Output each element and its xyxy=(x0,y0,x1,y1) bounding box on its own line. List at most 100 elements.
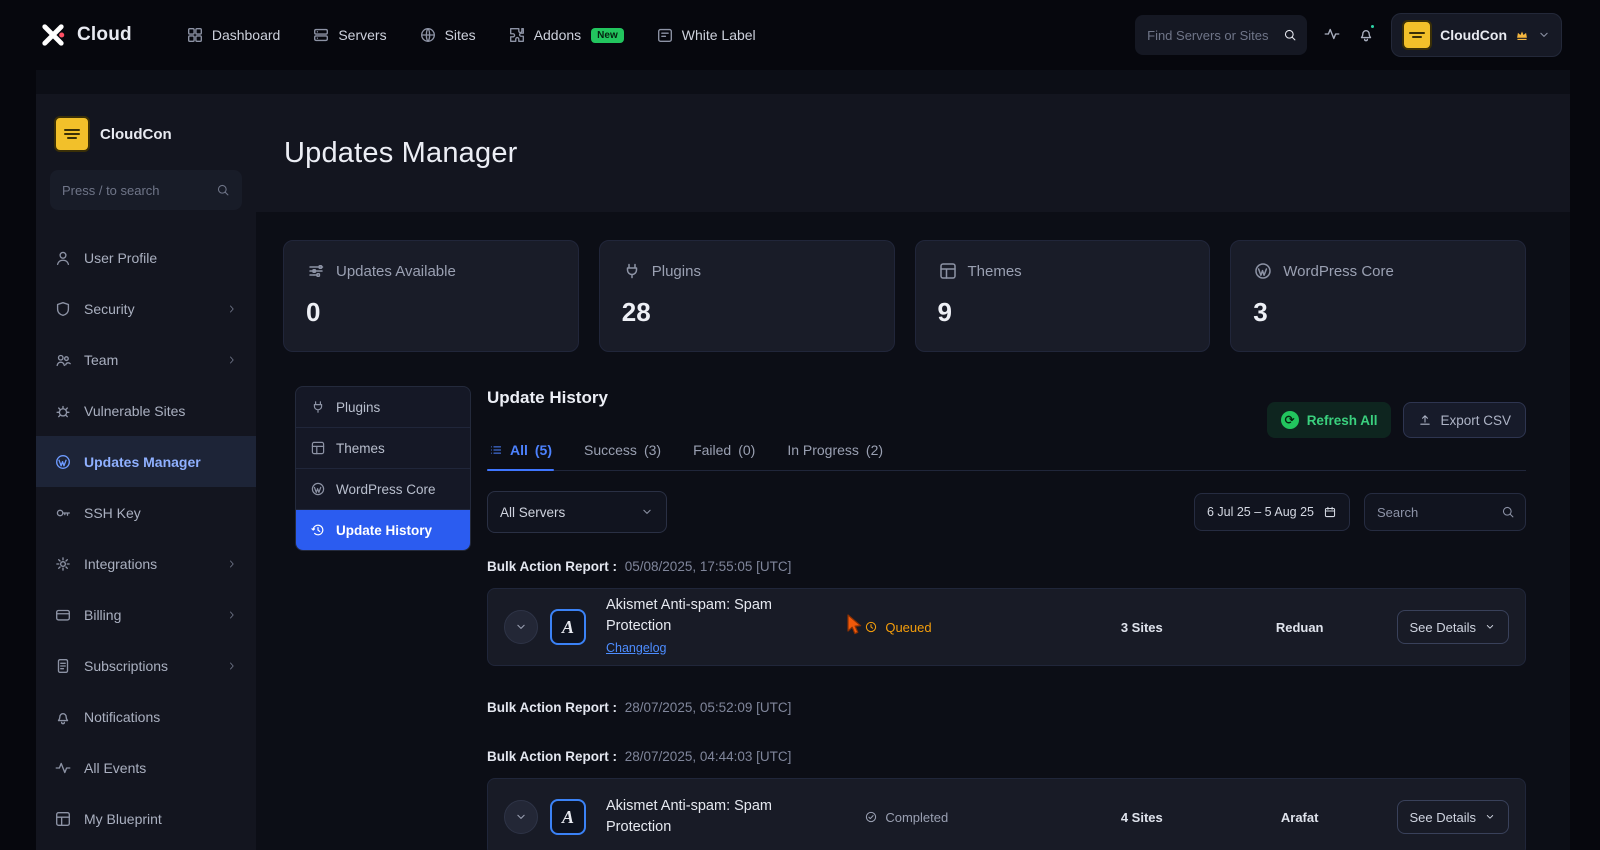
sidebar-item-subscriptions[interactable]: Subscriptions xyxy=(36,640,256,691)
sidebar-item-user-profile[interactable]: User Profile xyxy=(36,232,256,283)
refresh-all-button[interactable]: ⟳ Refresh All xyxy=(1266,402,1392,438)
tab-failed[interactable]: Failed (0) xyxy=(691,432,757,470)
report-timestamp: 28/07/2025, 05:52:09 [UTC] xyxy=(624,700,792,715)
search-icon xyxy=(1283,28,1297,42)
changelog-link[interactable]: Changelog xyxy=(606,639,666,657)
sidebar-item-security[interactable]: Security xyxy=(36,283,256,334)
white-label-icon xyxy=(656,26,674,44)
chevron-right-icon xyxy=(226,660,238,672)
org-avatar xyxy=(54,116,90,152)
chevron-right-icon xyxy=(226,354,238,366)
sites-count: 4 Sites xyxy=(1120,809,1163,825)
brand-name: Cloud xyxy=(77,24,132,45)
subnav-item-wordpress-core[interactable]: WordPress Core xyxy=(296,469,470,510)
gear-icon xyxy=(54,555,72,573)
check-circle-icon xyxy=(864,810,878,824)
triggered-by-user: Reduan xyxy=(1275,619,1324,635)
akismet-plugin-icon: A xyxy=(550,609,586,645)
chevron-right-icon xyxy=(226,558,238,570)
stat-card-themes: Themes 9 xyxy=(914,240,1211,352)
sidebar-item-team[interactable]: Team xyxy=(36,334,256,385)
akismet-plugin-icon: A xyxy=(550,799,586,835)
subnav-item-themes[interactable]: Themes xyxy=(296,428,470,469)
sidebar-search-input[interactable] xyxy=(62,182,208,198)
sidebar-item-vulnerable-sites[interactable]: Vulnerable Sites xyxy=(36,385,256,436)
themes-icon xyxy=(938,261,958,281)
crown-icon xyxy=(1517,31,1527,40)
themes-icon xyxy=(310,440,326,456)
sites-count: 3 Sites xyxy=(1120,619,1163,635)
history-search-input[interactable] xyxy=(1377,504,1493,520)
plugin-name: Akismet Anti-spam: Spam Protection xyxy=(606,596,772,634)
sidebar: CloudCon User Profile Security Team Vuln… xyxy=(36,94,256,850)
bulk-report-group: Bulk Action Report : 05/08/2025, 17:55:0… xyxy=(487,559,792,574)
stat-value: 9 xyxy=(937,297,952,327)
update-row: A Akismet Anti-spam: Spam Protection Com… xyxy=(487,778,1526,850)
sidebar-search[interactable] xyxy=(50,170,242,210)
billing-card-icon xyxy=(54,606,72,624)
see-details-button[interactable]: See Details xyxy=(1396,800,1509,834)
updates-subnav: Plugins Themes WordPress Core Update His… xyxy=(295,386,471,551)
sidebar-item-ssh-key[interactable]: SSH Key xyxy=(36,487,256,538)
date-range-picker[interactable]: 6 Jul 25 – 5 Aug 25 xyxy=(1193,493,1350,531)
subnav-item-update-history[interactable]: Update History xyxy=(296,510,470,550)
sidebar-item-integrations[interactable]: Integrations xyxy=(36,538,256,589)
notification-dot xyxy=(1369,22,1377,30)
servers-icon xyxy=(312,26,330,44)
notifications-button[interactable] xyxy=(1357,22,1377,46)
activity-button[interactable] xyxy=(1323,25,1341,46)
tab-success[interactable]: Success (3) xyxy=(582,432,663,470)
nav-item-sites[interactable]: Sites xyxy=(407,18,488,52)
nav-item-addons[interactable]: Addons New xyxy=(496,18,636,52)
org-switcher[interactable]: CloudCon xyxy=(36,94,256,170)
tab-in-progress[interactable]: In Progress (2) xyxy=(785,432,885,470)
sidebar-item-my-blueprint[interactable]: My Blueprint xyxy=(36,793,256,844)
global-search-input[interactable] xyxy=(1147,27,1276,43)
addons-icon xyxy=(508,26,526,44)
report-timestamp: 05/08/2025, 17:55:05 [UTC] xyxy=(624,559,792,574)
global-search[interactable] xyxy=(1135,15,1308,55)
chevron-down-icon xyxy=(514,620,528,634)
chevron-down-icon xyxy=(1484,621,1496,633)
subnav-item-plugins[interactable]: Plugins xyxy=(296,387,470,428)
wordpress-icon xyxy=(54,453,72,471)
server-filter-select[interactable]: All Servers xyxy=(487,491,667,533)
chevron-down-icon xyxy=(1484,811,1496,823)
user-menu[interactable]: CloudCon xyxy=(1391,13,1562,57)
page-title: Updates Manager xyxy=(284,136,518,169)
plugin-name: Akismet Anti-spam: Spam Protection xyxy=(606,797,772,835)
nav-item-white-label[interactable]: White Label xyxy=(644,18,768,52)
expand-row-button[interactable] xyxy=(504,800,538,834)
bulk-report-group: Bulk Action Report : 28/07/2025, 04:44:0… xyxy=(487,749,792,764)
tab-all[interactable]: All (5) xyxy=(487,432,555,471)
see-details-button[interactable]: See Details xyxy=(1396,610,1509,644)
status-badge-queued: Queued xyxy=(864,620,1065,635)
sidebar-item-billing[interactable]: Billing xyxy=(36,589,256,640)
history-search[interactable] xyxy=(1364,493,1526,531)
stat-card-wordpress-core: WordPress Core 3 xyxy=(1230,240,1526,352)
stat-value: 28 xyxy=(621,297,651,327)
update-row: A Akismet Anti-spam: Spam Protection Cha… xyxy=(487,588,1526,666)
layout-icon xyxy=(54,810,72,828)
activity-pulse-icon xyxy=(54,759,72,777)
sidebar-item-all-events[interactable]: All Events xyxy=(36,742,256,793)
sidebar-item-notifications[interactable]: Notifications xyxy=(36,691,256,742)
triggered-by-user: Arafat xyxy=(1280,809,1319,825)
stats-row: Updates Available 0 Plugins 28 Themes 9 … xyxy=(283,240,1526,352)
expand-row-button[interactable] xyxy=(504,610,538,644)
brand-logo[interactable]: Cloud xyxy=(38,20,132,50)
report-timestamp: 28/07/2025, 04:44:03 [UTC] xyxy=(624,749,792,764)
refresh-icon: ⟳ xyxy=(1280,411,1299,429)
chevron-right-icon xyxy=(226,609,238,621)
chevron-down-icon xyxy=(514,810,528,824)
bug-icon xyxy=(54,402,72,420)
export-csv-button[interactable]: Export CSV xyxy=(1403,402,1526,438)
sidebar-item-updates-manager[interactable]: Updates Manager xyxy=(36,436,256,487)
nav-item-servers[interactable]: Servers xyxy=(300,18,398,52)
nav-item-dashboard[interactable]: Dashboard xyxy=(174,18,293,52)
history-icon xyxy=(310,522,326,538)
wordpress-icon xyxy=(1253,261,1273,281)
new-badge: New xyxy=(591,27,624,43)
xcloud-logo-icon xyxy=(42,24,65,46)
team-icon xyxy=(54,351,72,369)
